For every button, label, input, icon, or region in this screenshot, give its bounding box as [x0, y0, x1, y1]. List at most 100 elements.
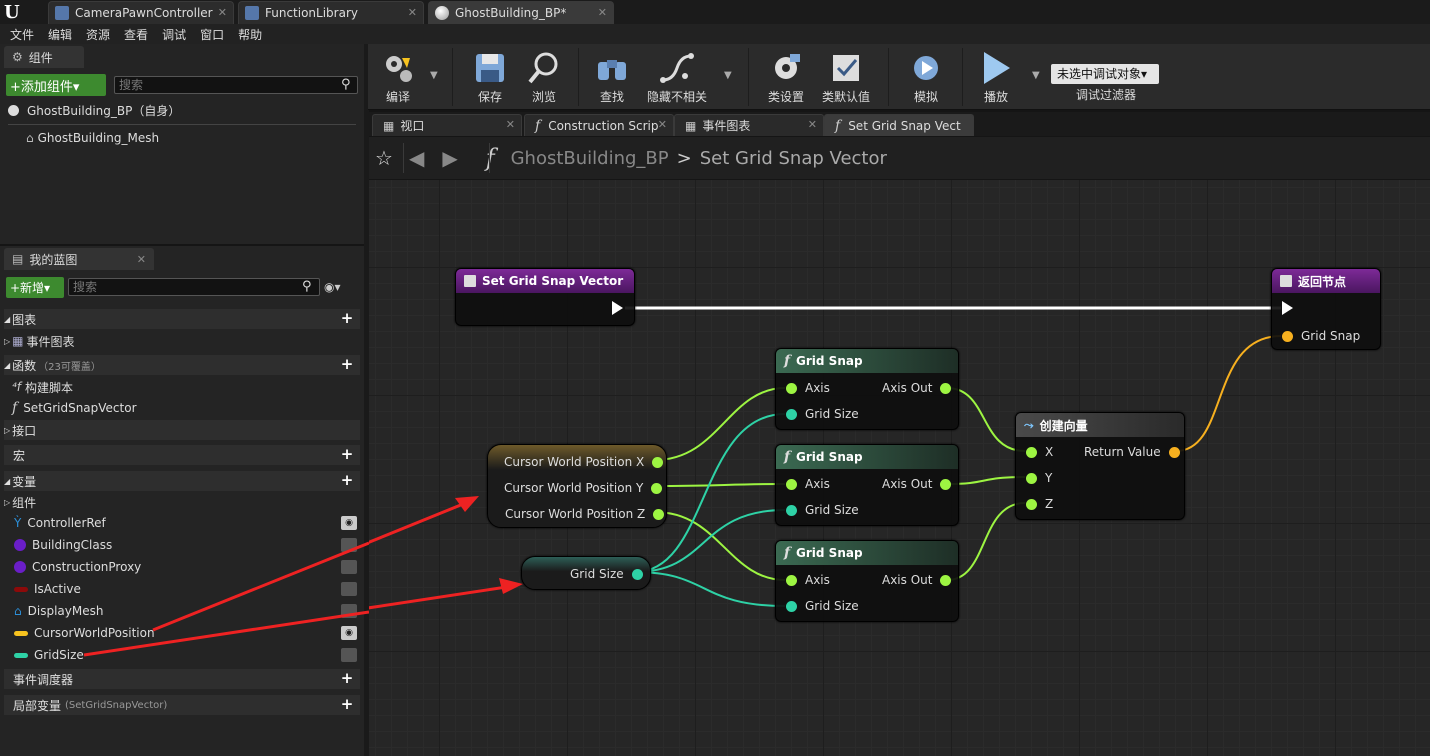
- browse-button[interactable]: 浏览: [514, 46, 574, 108]
- play-button[interactable]: 播放: [966, 46, 1026, 108]
- class-settings-button[interactable]: 类设置: [756, 46, 816, 108]
- grid-snap-input-pin[interactable]: Grid Snap: [1282, 329, 1360, 343]
- add-macro-icon[interactable]: +: [340, 447, 354, 462]
- menu-debug[interactable]: 调试: [162, 26, 186, 43]
- close-icon[interactable]: ✕: [506, 118, 515, 131]
- tab-construction-script[interactable]: f Construction Scrip ✕: [524, 114, 674, 136]
- back-arrow-icon[interactable]: ◀: [409, 146, 424, 170]
- visibility-eye-icon[interactable]: [341, 604, 357, 618]
- menu-asset[interactable]: 资源: [86, 26, 110, 43]
- return-value-pin[interactable]: Return Value: [1084, 445, 1180, 459]
- components-tab[interactable]: ⚙ 组件: [4, 46, 84, 68]
- cursor-y-pin[interactable]: Cursor World Position Y: [504, 481, 663, 495]
- category-variables[interactable]: ◢ 变量 +: [4, 471, 360, 491]
- cursor-world-position-node[interactable]: Cursor World Position X Cursor World Pos…: [487, 444, 667, 528]
- construction-script-item[interactable]: ⁴f 构建脚本: [12, 377, 73, 397]
- visibility-eye-icon[interactable]: [341, 538, 357, 552]
- category-event-dispatchers[interactable]: 事件调度器 +: [4, 669, 360, 689]
- visibility-eye-icon[interactable]: ◉: [341, 516, 357, 530]
- visibility-eye-icon[interactable]: [341, 648, 357, 662]
- axis-out-pin[interactable]: Axis Out: [882, 573, 952, 587]
- menu-help[interactable]: 帮助: [238, 26, 262, 43]
- add-component-button[interactable]: +添加组件▾: [6, 74, 106, 96]
- my-blueprint-tab[interactable]: ▤ 我的蓝图 ✕: [4, 248, 154, 270]
- close-icon[interactable]: ✕: [598, 6, 607, 19]
- add-function-icon[interactable]: +: [340, 357, 354, 372]
- grid-size-input-pin[interactable]: Grid Size: [786, 599, 859, 613]
- grid-snap-node-x[interactable]: f Grid Snap Axis Grid Size Axis Out: [775, 348, 959, 430]
- return-node[interactable]: 返回节点 Grid Snap: [1271, 268, 1381, 350]
- tab-set-grid-snap-vector[interactable]: f Set Grid Snap Vect: [824, 114, 974, 136]
- variable-row[interactable]: CursorWorldPosition: [14, 623, 155, 643]
- make-vector-node[interactable]: ⤳ 创建向量 X Y Z Return Value: [1015, 412, 1185, 520]
- category-graphs[interactable]: ◢ 图表 +: [4, 309, 360, 329]
- breadcrumb-root[interactable]: GhostBuilding_BP: [511, 148, 669, 169]
- chevron-down-icon[interactable]: ▼: [724, 70, 732, 81]
- exec-out-pin[interactable]: [612, 301, 623, 315]
- variable-row[interactable]: ConstructionProxy: [14, 557, 141, 577]
- grid-snap-node-z[interactable]: f Grid Snap Axis Grid Size Axis Out: [775, 540, 959, 622]
- tab-camera-pawn-controller[interactable]: CameraPawnController ✕: [48, 1, 234, 24]
- simulate-button[interactable]: 模拟: [896, 46, 956, 108]
- component-mesh[interactable]: ⌂ GhostBuilding_Mesh: [26, 128, 159, 148]
- visibility-eye-icon[interactable]: [341, 560, 357, 574]
- star-icon[interactable]: ☆: [375, 146, 393, 170]
- close-icon[interactable]: ✕: [218, 6, 227, 19]
- close-icon[interactable]: ✕: [658, 118, 667, 131]
- axis-input-pin[interactable]: Axis: [786, 573, 830, 587]
- hide-unrelated-button[interactable]: 隐藏不相关: [638, 46, 716, 108]
- axis-input-pin[interactable]: Axis: [786, 381, 830, 395]
- component-search-input[interactable]: 搜索: [114, 76, 358, 94]
- cursor-z-pin[interactable]: Cursor World Position Z: [505, 507, 665, 521]
- set-grid-snap-function-item[interactable]: f SetGridSnapVector: [12, 398, 137, 418]
- axis-out-pin[interactable]: Axis Out: [882, 477, 952, 491]
- menu-edit[interactable]: 编辑: [48, 26, 72, 43]
- blueprint-search-input[interactable]: 搜索: [68, 278, 320, 296]
- tab-ghost-building-bp[interactable]: GhostBuilding_BP* ✕: [428, 1, 614, 24]
- components-subcategory[interactable]: ▷ 组件: [4, 492, 36, 512]
- menu-window[interactable]: 窗口: [200, 26, 224, 43]
- menu-view[interactable]: 查看: [124, 26, 148, 43]
- y-input-pin[interactable]: Y: [1026, 471, 1052, 485]
- tab-viewport[interactable]: ▦ 视口 ✕: [372, 114, 522, 136]
- tab-function-library[interactable]: FunctionLibrary ✕: [238, 1, 424, 24]
- variable-row[interactable]: Ỳ ControllerRef: [14, 513, 106, 533]
- axis-input-pin[interactable]: Axis: [786, 477, 830, 491]
- menu-file[interactable]: 文件: [10, 26, 34, 43]
- event-graph-item[interactable]: ▷ ▦ 事件图表: [4, 331, 75, 351]
- axis-out-pin[interactable]: Axis Out: [882, 381, 952, 395]
- variable-row[interactable]: IsActive: [14, 579, 81, 599]
- grid-size-input-pin[interactable]: Grid Size: [786, 407, 859, 421]
- grid-size-input-pin[interactable]: Grid Size: [786, 503, 859, 517]
- new-button[interactable]: +新增▾: [6, 277, 64, 298]
- add-graph-icon[interactable]: +: [340, 311, 354, 326]
- x-input-pin[interactable]: X: [1026, 445, 1053, 459]
- find-button[interactable]: 查找: [582, 46, 642, 108]
- close-icon[interactable]: ✕: [408, 6, 417, 19]
- category-functions[interactable]: ◢ 函数 （23可覆盖） +: [4, 355, 360, 375]
- grid-size-out-pin[interactable]: Grid Size: [570, 567, 643, 581]
- debug-object-select[interactable]: 未选中调试对象▾: [1051, 64, 1159, 84]
- function-entry-node[interactable]: Set Grid Snap Vector: [455, 268, 635, 326]
- cursor-x-pin[interactable]: Cursor World Position X: [504, 455, 664, 469]
- add-local-variable-icon[interactable]: +: [340, 697, 354, 712]
- blueprint-graph[interactable]: Set Grid Snap Vector 返回节点 Grid Snap Curs…: [369, 180, 1430, 756]
- add-dispatcher-icon[interactable]: +: [340, 671, 354, 686]
- visibility-eye-icon[interactable]: ◉: [341, 626, 357, 640]
- variable-row[interactable]: BuildingClass: [14, 535, 112, 555]
- variable-row[interactable]: ⌂ DisplayMesh: [14, 601, 103, 621]
- compile-button[interactable]: 编译: [368, 46, 428, 108]
- visibility-eye-icon[interactable]: [341, 582, 357, 596]
- chevron-down-icon[interactable]: ▼: [1032, 70, 1040, 81]
- save-button[interactable]: 保存: [460, 46, 520, 108]
- tab-event-graph[interactable]: ▦ 事件图表 ✕: [674, 114, 824, 136]
- close-icon[interactable]: ✕: [808, 118, 817, 131]
- close-icon[interactable]: ✕: [137, 253, 146, 266]
- grid-snap-node-y[interactable]: f Grid Snap Axis Grid Size Axis Out: [775, 444, 959, 526]
- grid-size-getter-node[interactable]: Grid Size: [521, 556, 651, 590]
- category-interfaces[interactable]: ▷ 接口: [4, 420, 360, 440]
- unreal-logo-icon[interactable]: U: [4, 2, 26, 23]
- category-local-variables[interactable]: 局部变量 (SetGridSnapVector) +: [4, 695, 360, 715]
- z-input-pin[interactable]: Z: [1026, 497, 1053, 511]
- component-root[interactable]: GhostBuilding_BP（自身）: [8, 100, 180, 120]
